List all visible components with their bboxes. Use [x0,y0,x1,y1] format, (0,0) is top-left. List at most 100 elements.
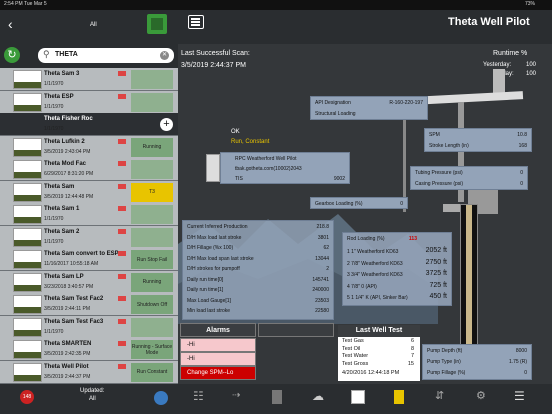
alarm-item[interactable]: -Hi [180,338,256,352]
tank-icon[interactable] [272,390,282,404]
alert-flag-icon [118,273,126,279]
alert-flag-icon [118,363,126,369]
menu-icon[interactable] [188,15,204,29]
thumbnail-bar [14,172,41,178]
well-row[interactable]: Theta Lufkin 2 3/5/2019 2:43:04 PM Running [0,135,178,159]
rod-section-length: 2750 ft [425,258,447,266]
well-date: 3/23/2018 3:40:57 PM [44,283,94,290]
production-value: 218.8 [316,224,329,230]
well-row[interactable]: Theta Sam Test Fac2 3/5/2019 2:44:11 PM Sh… [0,293,178,316]
globe-icon[interactable] [154,391,168,405]
well-name: Theta Sam 1 [44,206,80,212]
well-name: Theta Sam LP [44,273,84,280]
thumbnail-bar [14,307,41,313]
well-row[interactable]: Theta Sam 3/5/2019 12:44:48 PM T3 [0,180,178,204]
api-label: API Designation [315,100,351,106]
search-icon: ⚲ [43,49,50,59]
well-row[interactable]: Theta Mod Fac 6/29/2017 8:31:20 PM [0,158,178,181]
well-thumbnail-chart [13,340,42,359]
alert-count-badge[interactable]: 148 [20,390,34,404]
well-row[interactable]: Theta Sam 3 1/1/1970 [0,68,178,91]
add-icon[interactable]: + [160,118,173,131]
alert-flag-icon [118,228,126,234]
alarm-item[interactable]: Change SPM--Lo [180,366,256,380]
well-row[interactable]: Theta Sam 2 1/1/1970 [0,225,178,249]
tis-label: TIS [235,176,243,182]
well-date: 1/1/1970 [44,126,64,132]
well-name: Theta Sam Test Fac3 [44,318,104,325]
well-status-blank [131,70,173,89]
well-row[interactable]: Theta Sam 1 1/1/1970 [0,203,178,226]
filter-label[interactable]: All [90,22,97,28]
well-thumbnail-chart [13,182,42,202]
rod-section-length: 450 ft [429,293,447,300]
stroke-length-label: Stroke Length (in) [429,143,469,149]
well-row[interactable]: Theta ESP 1/1/1970 [0,90,178,114]
thumbnail-bar [14,374,41,381]
wells-map-icon[interactable] [147,14,167,34]
well-row[interactable]: Theta Sam convert to ESP 11/16/2017 10:55… [0,248,178,271]
rod-section-label: 4 7/8" 0 (API) [347,283,377,290]
thumbnail-bar [14,104,41,111]
well-test-label: Test Gross [342,360,369,367]
thumbnail-bar [14,217,41,223]
thumbnail-bar [14,239,41,246]
notes-icon[interactable] [394,390,404,404]
thumbnail-bar [14,352,41,358]
flow-icon[interactable]: ⇢ [232,390,240,401]
controller-box [206,154,220,182]
alarms-header-blank [258,323,334,337]
thumbnail-bar [14,262,41,268]
transfer-icon[interactable]: ⇵ [435,389,444,402]
well-row[interactable]: Theta Sam LP 3/23/2018 3:40:57 PM Running [0,270,178,294]
rod-section-length: 725 ft [429,281,447,289]
well-date: 1/1/1970 [44,81,64,87]
well-status-blank [131,227,173,247]
well-status: Running - Surface Mode [131,340,173,359]
well-date: 1/1/1970 [44,238,64,245]
well-date: 3/5/2019 2:42:35 PM [44,351,91,357]
stroke-length-value: 168 [518,143,527,149]
pump-label: Pump Fillage (%) [427,370,466,376]
production-value: 13044 [315,255,329,262]
well-thumbnail-chart [13,92,42,112]
well-test-panel: Test Gas 6 Test Oil 8 Test Water 7 Test Gross 1… [338,337,420,381]
pump-value: 1.75 (R) [508,359,527,365]
well-thumbnail-chart [13,295,42,314]
production-label: Max Load Gauge[1] [187,297,231,304]
alarm-list: -Hi -Hi Change SPM--Lo [180,338,256,382]
well-row[interactable]: Theta Fisher Roc 1/1/1970 + [0,113,178,136]
trend-chart-icon[interactable] [351,390,365,404]
well-thumbnail-chart [13,70,42,89]
well-test-value: 7 [410,353,414,359]
scan-value: 3/5/2019 2:44:37 PM [181,62,246,69]
rod-section-label: 1 1" Weatherford KD63 [347,249,399,255]
well-row[interactable]: Theta Well Pilot 3/5/2019 2:44:37 PM Run C… [0,360,178,384]
battery-level: 73% [525,1,536,7]
spm-value: 10.8 [517,132,527,138]
well-row[interactable]: Theta SMARTEN 3/5/2019 2:42:35 PM Running … [0,338,178,361]
scan-label: Last Successful Scan: [181,50,250,57]
updated-value: All [89,396,96,402]
alert-flag-icon [118,161,126,166]
chevron-left-icon[interactable]: ‹ [8,16,13,32]
settings-sliders-icon[interactable]: ☰ [514,389,525,403]
wellhead-icon[interactable]: ☷ [193,389,204,403]
well-row[interactable]: Theta Sam Test Fac3 1/1/1970 [0,315,178,339]
production-label: Daily run time[1] [187,287,224,293]
alert-flag-icon [118,318,126,324]
alarm-item[interactable]: -Hi [180,352,256,366]
well-test-label: Test Gas [342,338,364,344]
well-name: Theta Sam convert to ESP [44,251,119,257]
production-label: D/H Max load last stroke [187,234,242,241]
cloud-icon[interactable]: ☁ [312,389,324,403]
rod-loading-panel: Rod Loading (%) 113 1 1" Weatherford KD63 2… [342,232,452,306]
refresh-icon[interactable]: ↻ [4,47,20,63]
well-date: 6/29/2017 8:31:20 PM [44,171,94,177]
well-name: Theta Sam Test Fac2 [44,296,104,302]
clear-search-icon[interactable]: ✕ [160,51,169,60]
search-input[interactable]: ⚲ THETA ✕ [38,48,174,63]
alert-flag-icon [118,183,126,189]
pump-jack-icon[interactable]: ⚙ [476,389,486,402]
well-status: Run Stop Fail [131,250,173,269]
